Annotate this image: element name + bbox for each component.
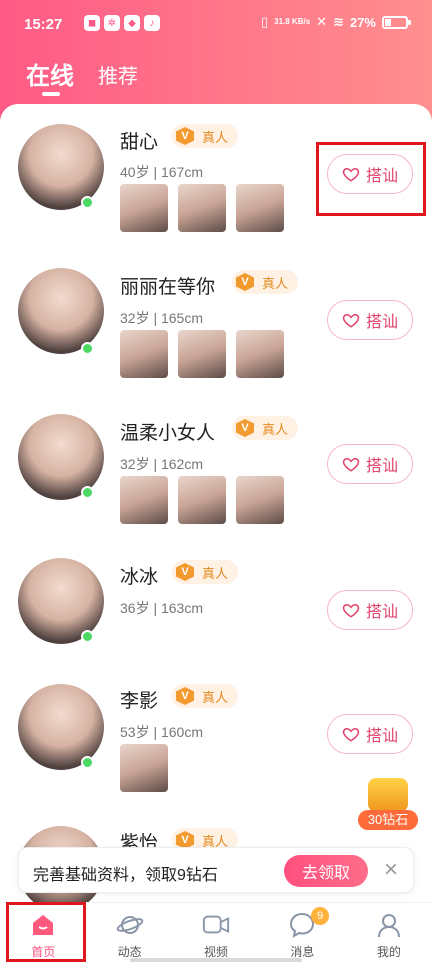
notification-app-icon: ◼ (84, 15, 100, 31)
verified-label: 真人 (202, 129, 229, 145)
photo-thumbnail[interactable] (120, 184, 168, 232)
verified-label: 真人 (262, 275, 289, 291)
user-name: 李影 (120, 691, 159, 712)
online-indicator (81, 486, 94, 499)
greet-button[interactable]: 搭讪 (327, 300, 413, 340)
reward-widget[interactable]: 30钻石 (358, 778, 418, 830)
nav-moments[interactable]: 动态 (86, 903, 172, 964)
close-icon[interactable]: × (379, 858, 403, 882)
user-info: 32岁 | 162cm (120, 456, 204, 472)
heart-icon (342, 603, 360, 618)
reward-label: 30钻石 (358, 810, 418, 830)
verified-icon: V (176, 687, 194, 705)
user-info: 53岁 | 160cm (120, 724, 204, 740)
photo-strip (120, 744, 168, 792)
greet-label: 搭讪 (365, 458, 398, 475)
photo-thumbnail[interactable] (178, 184, 226, 232)
tab-active-indicator (42, 92, 60, 96)
user-info: 32岁 | 165cm (120, 310, 204, 326)
user-list[interactable]: 甜心 V 真人 40岁 | 167cm 搭讪 丽丽在等你 V 真人 32岁 | … (0, 104, 432, 964)
user-info: 40岁 | 167cm (120, 164, 204, 180)
user-name: 冰冰 (120, 567, 159, 588)
photo-strip (120, 476, 284, 524)
photo-thumbnail[interactable] (236, 476, 284, 524)
verified-badge: V 真人 (172, 124, 239, 148)
verified-badge: V 真人 (172, 560, 239, 584)
notification-app-icon: ◆ (124, 15, 140, 31)
verified-icon: V (236, 419, 254, 437)
network-speed: 31.8 KB/s (274, 17, 311, 26)
nav-profile[interactable]: 我的 (346, 903, 432, 964)
verified-badge: V 真人 (232, 416, 299, 440)
tab-recommend-label: 推荐 (98, 66, 138, 88)
photo-thumbnail[interactable] (120, 330, 168, 378)
photo-thumbnail[interactable] (178, 476, 226, 524)
user-name: 温柔小女人 (120, 423, 216, 444)
status-indicators: ▯ 31.8 KB/s ✕ ≋ 27% (260, 14, 411, 30)
top-tabs: 在线 推荐 (26, 56, 138, 96)
greet-button[interactable]: 搭讪 (327, 714, 413, 754)
photo-thumbnail[interactable] (236, 184, 284, 232)
notification-app-icon: ✲ (104, 15, 120, 31)
battery-text: 27% (349, 14, 376, 30)
photo-strip (120, 330, 284, 378)
online-indicator (81, 630, 94, 643)
home-indicator (130, 958, 302, 962)
nav-video[interactable]: 视频 (173, 903, 259, 964)
greet-label: 搭讪 (365, 728, 398, 745)
promo-text: 完善基础资料，领取9钻石 (33, 867, 218, 884)
tab-online[interactable]: 在线 (26, 56, 74, 96)
verified-icon: V (176, 127, 194, 145)
heart-icon (342, 457, 360, 472)
greet-label: 搭讪 (365, 314, 398, 331)
verified-icon: V (236, 273, 254, 291)
greet-button[interactable]: 搭讪 (327, 590, 413, 630)
online-indicator (81, 196, 94, 209)
user-name: 丽丽在等你 (120, 277, 216, 298)
photo-thumbnail[interactable] (120, 476, 168, 524)
nav-messages[interactable]: 9 消息 (259, 903, 345, 964)
verified-badge: V 真人 (172, 684, 239, 708)
vibrate-icon: ▯ (260, 14, 269, 29)
tiktok-icon: ♪ (144, 15, 160, 31)
profile-icon (375, 911, 403, 939)
photo-thumbnail[interactable] (120, 744, 168, 792)
sim-icon: ✕ (316, 14, 328, 29)
status-time: 15:27 (24, 16, 63, 33)
verified-label: 真人 (202, 565, 229, 581)
user-info: 36岁 | 163cm (120, 600, 204, 616)
battery-icon (382, 15, 411, 29)
user-name: 甜心 (120, 132, 159, 153)
photo-thumbnail[interactable] (178, 330, 226, 378)
photo-thumbnail[interactable] (236, 330, 284, 378)
nav-profile-label: 我的 (376, 945, 401, 959)
greet-label: 搭讪 (365, 604, 398, 621)
online-indicator (81, 756, 94, 769)
tab-recommend[interactable]: 推荐 (98, 60, 138, 91)
verified-badge: V 真人 (232, 270, 299, 294)
tab-online-label: 在线 (26, 63, 74, 90)
verified-label: 真人 (202, 689, 229, 705)
verified-icon: V (176, 563, 194, 581)
battery-fill (385, 18, 391, 26)
online-indicator (81, 342, 94, 355)
avatar[interactable] (18, 268, 104, 354)
greet-button[interactable]: 搭讪 (327, 444, 413, 484)
claim-label: 去领取 (301, 865, 350, 882)
home-tab-highlight (6, 902, 86, 962)
wifi-icon: ≋ (333, 14, 344, 29)
heart-icon (342, 727, 360, 742)
heart-icon (342, 313, 360, 328)
verified-label: 真人 (262, 421, 289, 437)
treasure-chest-icon (368, 778, 408, 812)
message-count-badge: 9 (311, 907, 330, 925)
promo-banner: 完善基础资料，领取9钻石 去领取 × (18, 847, 414, 893)
video-icon (202, 911, 230, 939)
claim-button[interactable]: 去领取 (284, 855, 368, 887)
greet-button-highlight (316, 142, 426, 216)
planet-icon (116, 911, 144, 939)
status-bar: 15:27 ◼ ✲ ◆ ♪ ▯ 31.8 KB/s ✕ ≋ 27% (0, 0, 432, 52)
status-app-icons: ◼ ✲ ◆ ♪ (84, 15, 160, 31)
photo-strip (120, 184, 284, 232)
